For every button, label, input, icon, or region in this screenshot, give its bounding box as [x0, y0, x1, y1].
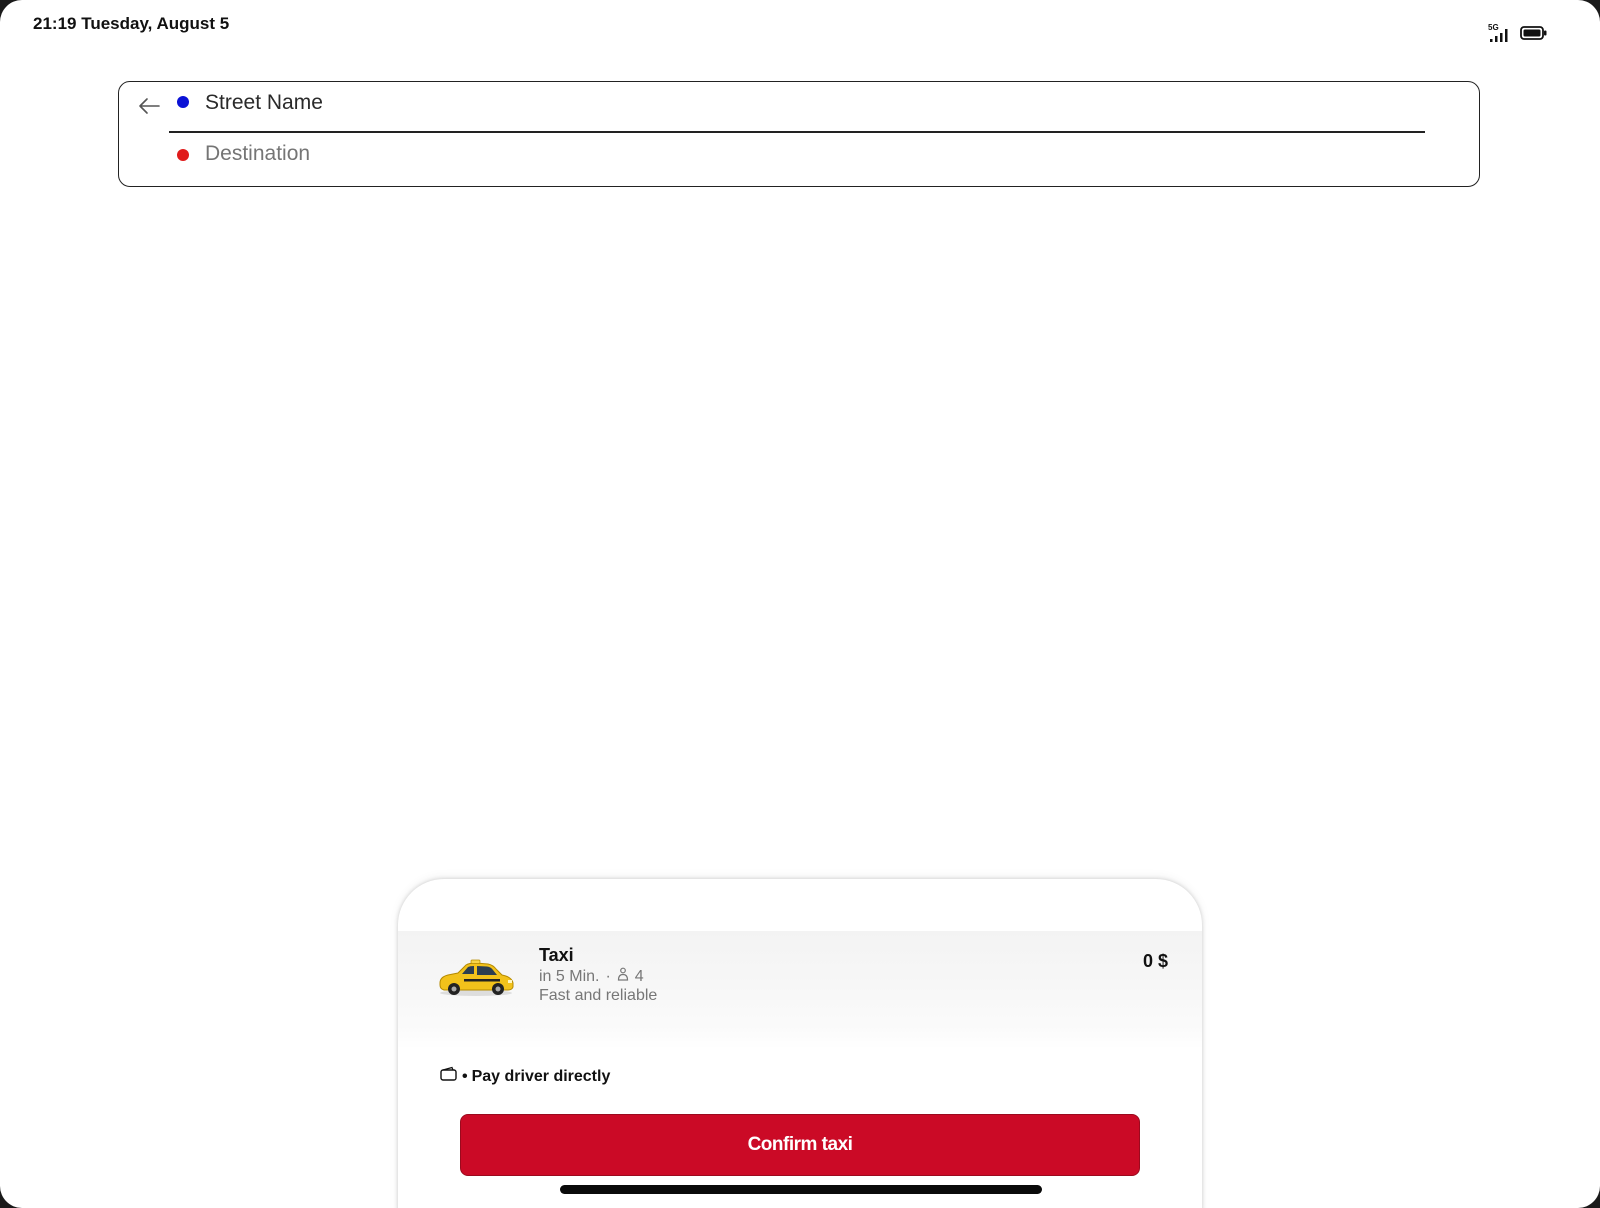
status-icons: 5G: [1488, 22, 1548, 49]
route-divider: [169, 131, 1425, 133]
ride-meta: in 5 Min. · 4: [539, 967, 644, 986]
payment-separator: •: [462, 1067, 468, 1085]
meta-separator: ·: [605, 967, 611, 985]
ride-description: Fast and reliable: [539, 987, 658, 1004]
destination-input[interactable]: [205, 142, 1405, 166]
ride-bottom-sheet: Taxi in 5 Min. · 4 Fast and reliable 0 $: [398, 879, 1202, 1208]
status-time: 21:19 Tuesday, August 5: [33, 14, 230, 33]
taxi-car-icon: [436, 955, 516, 999]
back-arrow-icon[interactable]: [137, 94, 161, 118]
ride-seats: 4: [634, 967, 644, 985]
person-icon: [617, 967, 629, 986]
ride-name: Taxi: [539, 945, 574, 965]
battery-icon: [1520, 25, 1548, 46]
svg-text:5G: 5G: [1488, 23, 1499, 32]
origin-input[interactable]: [205, 91, 1405, 115]
confirm-taxi-button[interactable]: Confirm taxi: [460, 1114, 1140, 1176]
cellular-signal-icon: 5G: [1488, 22, 1510, 49]
wallet-icon: [440, 1066, 458, 1087]
home-indicator[interactable]: [560, 1185, 1042, 1194]
payment-method[interactable]: • Pay driver directly: [440, 1066, 610, 1087]
route-search-box: [118, 81, 1480, 187]
payment-label: Pay driver directly: [471, 1067, 611, 1085]
app-screen: 21:19 Tuesday, August 5 5G Street Name D…: [0, 0, 1600, 1208]
origin-dot-icon: [177, 96, 189, 108]
ride-eta: in 5 Min.: [539, 967, 600, 985]
ride-option-taxi[interactable]: Taxi in 5 Min. · 4 Fast and reliable 0 $: [398, 931, 1202, 1049]
ride-price: 0 $: [1142, 951, 1168, 971]
destination-dot-icon: [177, 149, 189, 161]
